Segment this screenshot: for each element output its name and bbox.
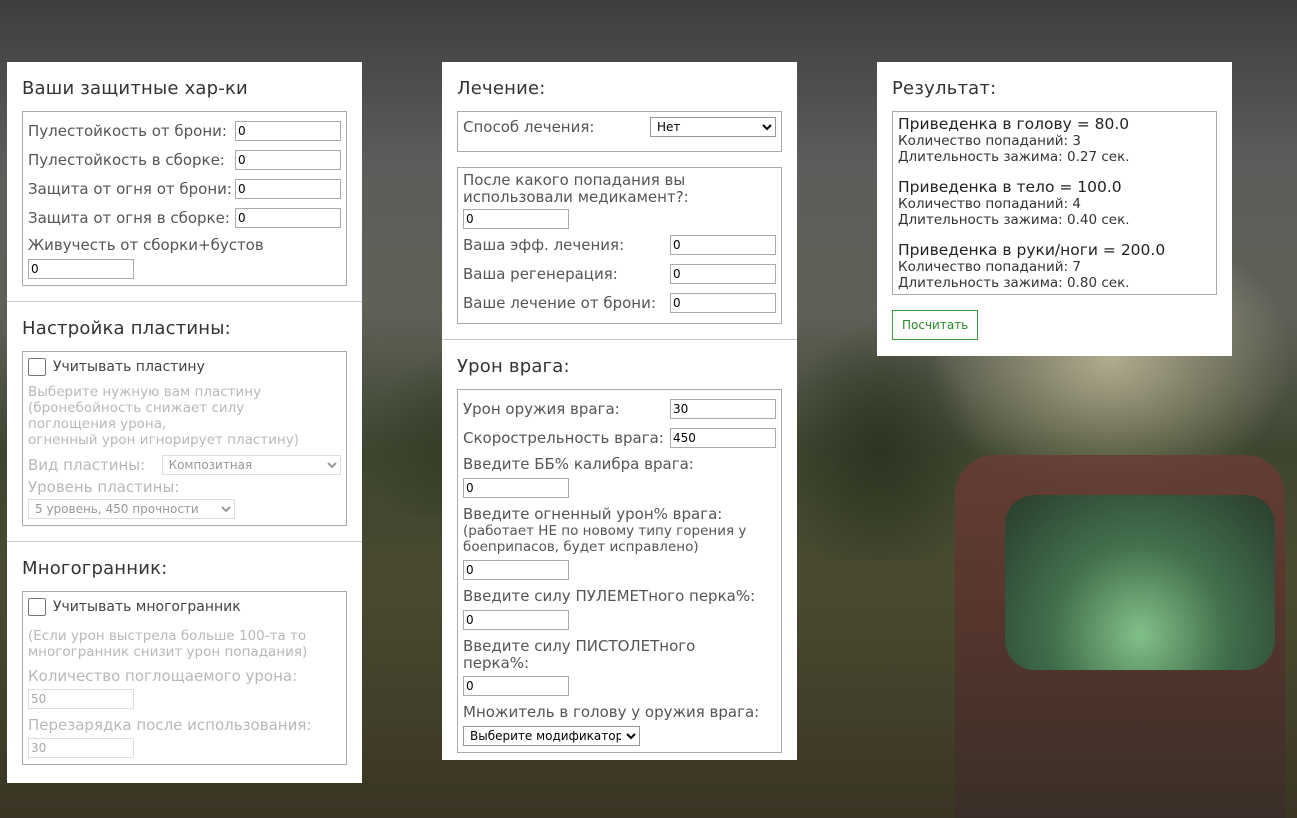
plate-level-label: Уровень пластины: bbox=[28, 478, 180, 496]
pistol-perk-label-line: Введите силу ПИСТОЛЕТного bbox=[463, 637, 696, 655]
head-mult-label: Множитель в голову у оружия врага: bbox=[463, 703, 760, 721]
heal-eff-input[interactable] bbox=[670, 234, 776, 255]
fire-build-input[interactable] bbox=[235, 207, 341, 228]
result-body: Приведенка в тело = 100.0 Количество поп… bbox=[898, 178, 1211, 229]
ap-label: Введите ББ% калибра врага: bbox=[463, 455, 694, 473]
ap-input[interactable] bbox=[463, 478, 569, 498]
result-body-hits: Количество попаданий: 4 bbox=[898, 196, 1081, 212]
after-hit-label-line: После какого попадания вы bbox=[463, 171, 686, 189]
poly-absorb-input[interactable] bbox=[28, 689, 134, 709]
result-body-duration: Длительность зажима: 0.40 сек. bbox=[898, 212, 1130, 228]
fire-rate-input[interactable] bbox=[670, 427, 776, 448]
armor-heal-label: Ваше лечение от брони: bbox=[463, 293, 656, 312]
fire-armor-input[interactable] bbox=[235, 178, 341, 199]
heal-section: Лечение: Способ лечения: Нет После каког… bbox=[442, 62, 797, 339]
defense-box: Пулестойкость от брони: Пулестойкость в … bbox=[22, 111, 347, 286]
result-box: Приведенка в голову = 80.0 Количество по… bbox=[892, 111, 1217, 295]
pistol-perk-label-line: перка%: bbox=[463, 654, 530, 672]
result-body-title: Приведенка в тело = 100.0 bbox=[898, 178, 1122, 196]
heal-eff-label: Ваша эфф. лечения: bbox=[463, 235, 625, 254]
heal-method-box: Способ лечения: Нет bbox=[457, 111, 782, 152]
heal-title: Лечение: bbox=[457, 78, 546, 99]
fire-dmg-label: Введите огненный урон% врага: bbox=[463, 505, 723, 523]
vitality-label: Живучесть от сборки+бустов bbox=[28, 236, 264, 254]
fire-rate-label: Скорострельность врага: bbox=[463, 428, 664, 447]
poly-checkbox[interactable] bbox=[28, 598, 46, 616]
mg-perk-label: Введите силу ПУЛЕМЕТного перка%: bbox=[463, 587, 756, 605]
plate-box: Учитывать пластину Выберите нужную вам п… bbox=[22, 351, 347, 526]
result-limbs-hits: Количество попаданий: 7 bbox=[898, 259, 1081, 275]
poly-box: Учитывать многогранник (Если урон выстре… bbox=[22, 591, 347, 765]
result-title: Результат: bbox=[892, 78, 997, 99]
pistol-perk-input[interactable] bbox=[463, 676, 569, 696]
background-device-screen bbox=[1005, 495, 1275, 670]
vitality-input[interactable] bbox=[28, 259, 134, 279]
enemy-title: Урон врага: bbox=[457, 356, 570, 377]
plate-kind-select[interactable]: Композитная bbox=[161, 454, 341, 475]
poly-reload-label: Перезарядка после использования: bbox=[28, 716, 312, 734]
heal-method-label: Способ лечения: bbox=[463, 118, 595, 136]
poly-note-line: многогранник снизит урон попадания) bbox=[28, 644, 308, 660]
enemy-section: Урон врага: Урон оружия врага: Скоростре… bbox=[442, 339, 797, 768]
bullet-armor-input[interactable] bbox=[235, 120, 341, 141]
plate-title: Настройка пластины: bbox=[22, 318, 231, 339]
after-hit-input[interactable] bbox=[463, 209, 569, 229]
poly-section: Многогранник: Учитывать многогранник (Ес… bbox=[7, 541, 362, 780]
fire-dmg-note-line: боеприпасов, будет исправлено) bbox=[463, 539, 699, 555]
plate-kind-label: Вид пластины: bbox=[28, 455, 146, 474]
poly-title: Многогранник: bbox=[22, 558, 168, 579]
result-limbs: Приведенка в руки/ноги = 200.0 Количеств… bbox=[898, 241, 1211, 292]
heal-method-select[interactable]: Нет bbox=[650, 117, 776, 137]
plate-note-line: Выберите нужную вам пластину bbox=[28, 384, 262, 400]
bullet-build-label: Пулестойкость в сборке: bbox=[28, 150, 225, 169]
regen-input[interactable] bbox=[670, 263, 776, 284]
result-head: Приведенка в голову = 80.0 Количество по… bbox=[898, 115, 1211, 166]
poly-absorb-label: Количество поглощаемого урона: bbox=[28, 667, 298, 685]
poly-reload-input[interactable] bbox=[28, 738, 134, 758]
plate-note-line: огненный урон игнорирует пластину) bbox=[28, 432, 299, 448]
fire-dmg-input[interactable] bbox=[463, 560, 569, 580]
plate-section: Настройка пластины: Учитывать пластину В… bbox=[7, 301, 362, 541]
fire-armor-label: Защита от огня от брони: bbox=[28, 179, 232, 198]
result-limbs-duration: Длительность зажима: 0.80 сек. bbox=[898, 275, 1130, 291]
defense-column: Ваши защитные хар-ки Пулестойкость от бр… bbox=[7, 62, 362, 783]
plate-level-select[interactable]: 5 уровень, 450 прочности bbox=[28, 499, 235, 519]
weapon-dmg-input[interactable] bbox=[670, 398, 776, 419]
calculate-button[interactable]: Посчитать bbox=[892, 310, 979, 340]
fire-build-label: Защита от огня в сборке: bbox=[28, 208, 230, 227]
result-head-title: Приведенка в голову = 80.0 bbox=[898, 115, 1130, 133]
after-hit-label-line: использовали медикамент?: bbox=[463, 188, 689, 206]
background-tree bbox=[780, 320, 980, 560]
fire-dmg-note-line: (работает НЕ по новому типу горения у bbox=[463, 523, 747, 539]
plate-checkbox[interactable] bbox=[28, 358, 46, 376]
result-head-duration: Длительность зажима: 0.27 сек. bbox=[898, 149, 1130, 165]
bullet-build-input[interactable] bbox=[235, 149, 341, 170]
result-column: Результат: Приведенка в голову = 80.0 Ко… bbox=[877, 62, 1232, 356]
result-section: Результат: Приведенка в голову = 80.0 Ко… bbox=[877, 62, 1232, 355]
mg-perk-input[interactable] bbox=[463, 610, 569, 630]
plate-note-line: поглощения урона, bbox=[28, 416, 167, 432]
enemy-box: Урон оружия врага: Скорострельность враг… bbox=[457, 389, 782, 753]
result-head-hits: Количество попаданий: 3 bbox=[898, 133, 1081, 149]
plate-note-line: (бронебойность снижает силу bbox=[28, 400, 245, 416]
result-limbs-title: Приведенка в руки/ноги = 200.0 bbox=[898, 241, 1166, 259]
regen-label: Ваша регенерация: bbox=[463, 264, 618, 283]
head-mult-select[interactable]: Выберите модификатор: bbox=[463, 726, 640, 746]
poly-checkbox-label: Учитывать многогранник bbox=[53, 599, 241, 615]
defense-title: Ваши защитные хар-ки bbox=[22, 78, 248, 99]
armor-heal-input[interactable] bbox=[670, 292, 776, 313]
weapon-dmg-label: Урон оружия врага: bbox=[463, 399, 620, 418]
heal-params-box: После какого попадания вы использовали м… bbox=[457, 167, 782, 324]
plate-checkbox-label: Учитывать пластину bbox=[53, 359, 205, 375]
heal-column: Лечение: Способ лечения: Нет После каког… bbox=[442, 62, 797, 760]
defense-section: Ваши защитные хар-ки Пулестойкость от бр… bbox=[7, 62, 362, 301]
poly-note-line: (Если урон выстрела больше 100-та то bbox=[28, 628, 307, 644]
bullet-armor-label: Пулестойкость от брони: bbox=[28, 121, 227, 140]
